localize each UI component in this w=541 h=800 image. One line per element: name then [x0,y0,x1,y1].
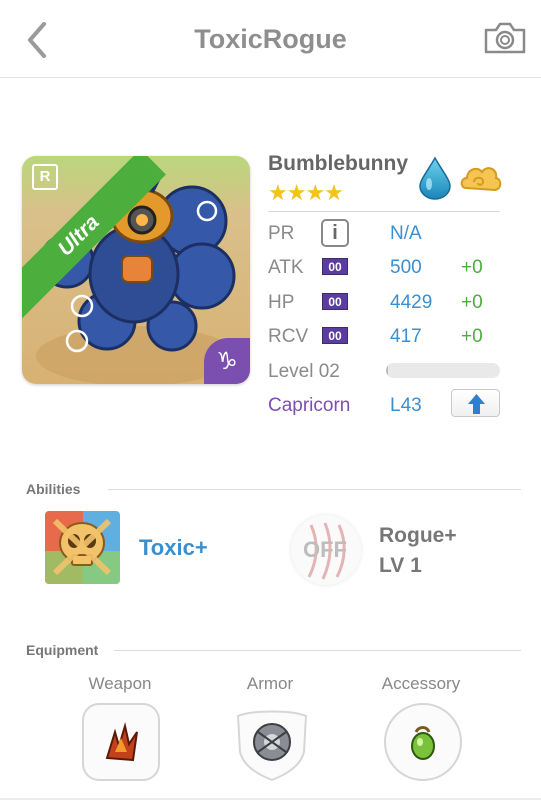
monster-portrait[interactable]: Ultra R ♑ [22,156,250,384]
green-gem-icon [384,703,462,781]
stat-value: N/A [390,223,422,244]
stat-row-rcv: RCV 00 417 +0 [268,322,508,352]
level-progress-fill [386,363,389,378]
stat-value: 417 [390,326,422,347]
camera-button[interactable] [483,20,527,56]
header-bar: ToxicRogue [0,0,541,78]
equipment-slot-armor[interactable] [232,702,312,782]
divider [108,489,521,490]
abilities-section-label: Abilities [26,481,81,497]
rarity-badge: R [32,164,58,190]
stat-label: RCV [268,326,309,347]
stat-row-pr: PR i N/A [268,219,508,249]
ability-toxic-icon[interactable] [45,511,120,584]
equipment-slot-weapon[interactable] [81,702,161,782]
equipment-section-label: Equipment [26,642,99,658]
toxic-skull-icon [45,511,120,584]
level-label: Level 02 [268,361,340,382]
star-rating: ★★★★ [268,180,344,205]
level-progress-bar [386,363,500,378]
stat-value: 4429 [390,292,433,313]
monster-name: Bumblebunny [268,152,408,175]
stat-bonus: +0 [461,292,483,313]
zodiac-badge: ♑ [204,338,250,384]
camera-icon [484,22,526,54]
arrow-up-icon [468,394,485,414]
stat-plus-badge: 00 [322,293,348,310]
stat-plus-badge: 00 [322,327,348,344]
steel-shield-icon [236,710,308,782]
page-title: ToxicRogue [194,24,347,54]
stat-label: HP [268,292,295,313]
ability-name[interactable]: Toxic+ [139,535,208,561]
equipment-slot-accessory[interactable] [383,702,463,782]
stat-bonus: +0 [461,326,483,347]
stat-label: PR [268,223,295,244]
equipment-slot-label: Weapon [88,674,152,693]
ability-name: Rogue+ [379,524,457,547]
fire-claw-icon [82,703,160,781]
ability-status-off: OFF [303,537,347,562]
stat-bonus: +0 [461,257,483,278]
equipment-slot-label: Armor [246,674,294,693]
upgrade-button[interactable] [451,389,500,417]
stat-plus-badge: 00 [322,258,348,275]
divider [268,211,500,212]
water-drop-icon [419,156,451,200]
info-button[interactable]: i [321,219,349,247]
equipment-slot-label: Accessory [381,674,461,693]
divider [114,650,521,651]
stat-row-atk: ATK 00 500 +0 [268,253,508,283]
cloud-icon [460,167,502,192]
ability-level: LV 1 [379,554,422,577]
sign-level: L43 [390,395,422,416]
stat-value: 500 [390,257,422,278]
zodiac-sign-name: Capricorn [268,395,351,416]
stat-row-hp: HP 00 4429 +0 [268,288,508,318]
stat-label: ATK [268,257,304,278]
